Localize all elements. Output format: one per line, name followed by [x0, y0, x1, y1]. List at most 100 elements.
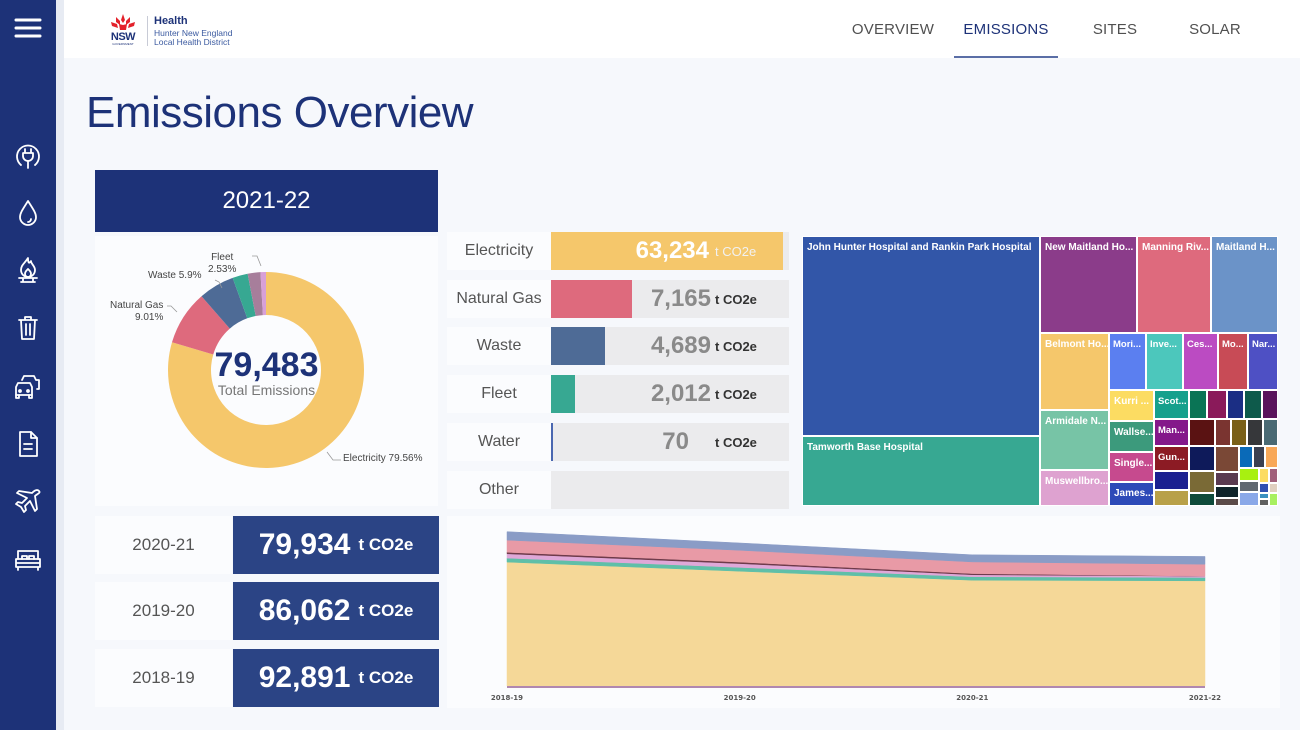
treemap-tile[interactable]: Inve...: [1146, 333, 1183, 390]
treemap-tile-small[interactable]: [1215, 446, 1239, 472]
treemap-tile[interactable]: Muswellbro...: [1040, 470, 1109, 506]
treemap-tile-small[interactable]: [1189, 446, 1215, 471]
history-row[interactable]: 2019-20 86,062 t CO2e: [95, 582, 439, 640]
treemap-tile-small[interactable]: [1259, 483, 1269, 493]
treemap-tile[interactable]: John Hunter Hospital and Rankin Park Hos…: [802, 236, 1040, 436]
treemap-tile-small[interactable]: [1154, 471, 1189, 490]
treemap-tile-small[interactable]: [1239, 481, 1259, 492]
treemap-tile-small[interactable]: [1244, 390, 1262, 419]
bar-label: Other: [447, 471, 551, 509]
sidebar-item-water[interactable]: [8, 193, 48, 233]
treemap-tile[interactable]: Ces...: [1183, 333, 1218, 390]
donut-label-fleet-name: Fleet: [211, 252, 234, 263]
hamburger-menu-button[interactable]: [8, 8, 48, 48]
tab-sites[interactable]: SITES: [1066, 0, 1164, 58]
sidebar-item-electricity[interactable]: [8, 135, 48, 175]
treemap-tile-small[interactable]: [1253, 446, 1265, 468]
treemap-tile-small[interactable]: [1263, 419, 1278, 446]
history-unit: t CO2e: [358, 535, 414, 554]
treemap-tile-small[interactable]: [1247, 419, 1263, 446]
leader-natural-gas: [167, 305, 178, 313]
treemap-tile-small[interactable]: [1189, 390, 1207, 419]
treemap-tile[interactable]: James...: [1109, 482, 1154, 506]
treemap-tile-small[interactable]: [1259, 499, 1269, 506]
treemap-tile-small[interactable]: [1227, 390, 1244, 419]
treemap-tile-small[interactable]: [1239, 468, 1259, 481]
x-tick-label: 2020-21: [956, 694, 988, 702]
treemap-tile[interactable]: Single...: [1109, 452, 1154, 482]
sidebar-item-travel[interactable]: [8, 482, 48, 522]
treemap-tile[interactable]: Man...: [1154, 419, 1189, 446]
treemap-tile[interactable]: Tamworth Base Hospital: [802, 436, 1040, 506]
treemap-tile[interactable]: Mo...: [1218, 333, 1248, 390]
treemap-tile[interactable]: Nar...: [1248, 333, 1278, 390]
bar-value: 70: [662, 428, 689, 455]
treemap-tile[interactable]: Maitland H...: [1211, 236, 1278, 333]
treemap-tile-small[interactable]: [1189, 471, 1215, 493]
water-drop-icon: [19, 200, 37, 226]
history-row[interactable]: 2020-21 79,934 t CO2e: [95, 516, 439, 574]
treemap-tile-small[interactable]: [1239, 446, 1253, 468]
treemap-tile-small[interactable]: [1269, 468, 1278, 483]
x-tick-label: 2021-22: [1189, 694, 1221, 702]
sidebar-item-fleet[interactable]: [8, 366, 48, 406]
bar-label: Electricity: [447, 232, 551, 270]
donut-label-electricity: Electricity 79.56%: [343, 453, 423, 464]
bar-fill-waste: [551, 327, 606, 365]
bar-unit: t CO2e: [715, 435, 757, 450]
government-wordmark: GOVERNMENT: [112, 42, 134, 46]
treemap-tile-small[interactable]: [1215, 472, 1239, 486]
bar-value: 2,012: [650, 380, 711, 407]
treemap-tile[interactable]: Gun...: [1154, 446, 1189, 471]
bar-row-water[interactable]: Water 70 t CO2e: [447, 423, 791, 461]
bar-row-fleet[interactable]: Fleet 2,012 t CO2e: [447, 375, 791, 413]
treemap-tile-small[interactable]: [1269, 483, 1278, 493]
treemap-tile-small[interactable]: [1154, 490, 1189, 506]
sidebar-item-natural-gas[interactable]: [8, 250, 48, 290]
emissions-donut-card: 79,483 Total Emissions Fleet 2.53% Waste…: [95, 236, 438, 506]
treemap-tile-small[interactable]: [1189, 419, 1215, 446]
selected-year-banner[interactable]: 2021-22: [95, 170, 438, 232]
treemap-tile-small[interactable]: [1239, 492, 1259, 506]
tab-emissions[interactable]: EMISSIONS: [954, 0, 1058, 58]
treemap-tile-small[interactable]: [1231, 419, 1247, 446]
bar-label: Natural Gas: [447, 280, 551, 318]
treemap-tile[interactable]: Kurri ...: [1109, 390, 1154, 421]
treemap-tile-small[interactable]: [1207, 390, 1227, 419]
treemap-tile-small[interactable]: [1269, 493, 1278, 506]
treemap-tile-small[interactable]: [1215, 486, 1239, 498]
history-row[interactable]: 2018-19 92,891 t CO2e: [95, 649, 439, 707]
sidebar-item-accommodation[interactable]: [8, 540, 48, 580]
electricity-plug-icon: [16, 144, 40, 169]
history-year: 2020-21: [95, 516, 232, 574]
treemap-tile-small[interactable]: [1265, 446, 1278, 468]
tab-solar[interactable]: SOLAR: [1166, 0, 1264, 58]
history-value-box: 92,891 t CO2e: [233, 649, 439, 707]
treemap-tile[interactable]: Mori...: [1109, 333, 1146, 390]
treemap-tile-small[interactable]: [1215, 419, 1231, 446]
treemap-tile[interactable]: Scot...: [1154, 390, 1189, 419]
sidebar-edge: [56, 0, 64, 730]
bar-track: 63,234 t CO2e: [551, 232, 789, 270]
tab-overview[interactable]: OVERVIEW: [840, 0, 946, 58]
treemap-tile-small[interactable]: [1259, 468, 1269, 483]
bar-row-waste[interactable]: Waste 4,689 t CO2e: [447, 327, 791, 365]
treemap-tile-small[interactable]: [1262, 390, 1278, 419]
treemap-tile[interactable]: Armidale N...: [1040, 410, 1109, 470]
treemap-tile-small[interactable]: [1189, 493, 1215, 506]
bar-unit: t CO2e: [715, 387, 757, 402]
history-value-box: 86,062 t CO2e: [233, 582, 439, 640]
treemap-tile[interactable]: New Maitland Ho...: [1040, 236, 1137, 333]
treemap-tile-small[interactable]: [1215, 498, 1239, 506]
treemap-tile[interactable]: Wallse...: [1109, 421, 1154, 452]
bar-row-natural-gas[interactable]: Natural Gas 7,165 t CO2e: [447, 280, 791, 318]
bar-row-other[interactable]: Other: [447, 471, 791, 509]
donut-label-fleet: Fleet 2.53%: [208, 252, 236, 276]
treemap-tile[interactable]: Belmont Ho...: [1040, 333, 1109, 410]
nsw-health-logo[interactable]: NSW GOVERNMENT Health Hunter New England…: [106, 14, 232, 48]
bar-row-electricity[interactable]: Electricity 63,234 t CO2e: [447, 232, 791, 270]
sidebar-item-paper[interactable]: [8, 424, 48, 464]
bed-icon: [15, 550, 41, 571]
treemap-tile[interactable]: Manning Riv...: [1137, 236, 1211, 333]
sidebar-item-waste[interactable]: [8, 308, 48, 348]
